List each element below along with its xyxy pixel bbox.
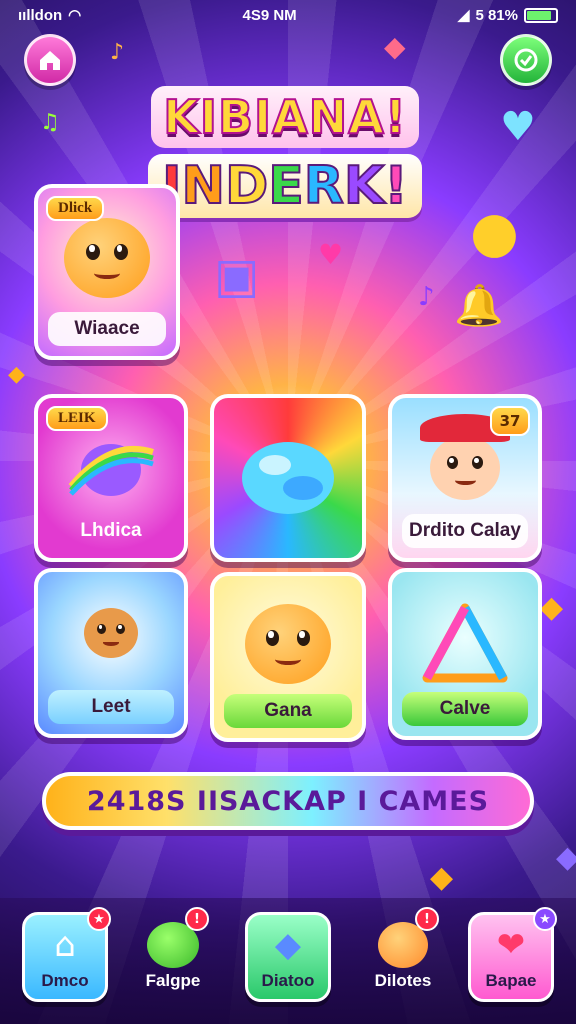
clock: 4S9 NM <box>242 6 297 24</box>
game-card-drdito-calay[interactable]: 37 Drdito Calay <box>388 394 542 562</box>
card-label: Wiaace <box>48 312 166 346</box>
heart-gem-icon: ♥ <box>500 104 536 150</box>
game-card-leet[interactable]: Leet <box>34 568 188 738</box>
nav-item-dilotes[interactable]: ! Dilotes <box>360 907 446 1002</box>
card-label: Leet <box>48 690 174 724</box>
carrier-text: ıılldon <box>18 6 63 24</box>
card-label: Gana <box>224 694 352 728</box>
game-card-calve[interactable]: Calve <box>388 568 542 740</box>
card-badge: 37 <box>490 406 530 436</box>
bottom-nav: ⌂ ★ Dmco ! Falgpe ◆ Diatoo ! Dilotes ❤ ★… <box>0 898 576 1024</box>
gem-icon: ◆ <box>430 860 454 895</box>
bell-icon: 🔔 <box>454 283 504 329</box>
rainbow-planet-icon <box>68 444 154 496</box>
music-note-icon: ♪ <box>418 282 435 312</box>
gem-icon: ◆ <box>556 840 576 875</box>
home-button[interactable] <box>24 34 76 86</box>
notification-dot: ! <box>415 907 439 931</box>
card-label: Lhdica <box>80 520 142 541</box>
card-label: Calve <box>402 692 528 726</box>
home-icon <box>40 51 60 70</box>
orb-icon: ● <box>470 200 519 265</box>
battery-icon <box>523 7 558 23</box>
title-letter: K <box>343 155 385 217</box>
title-letter: E <box>267 155 305 217</box>
heart-icon: ♥ <box>318 238 344 271</box>
notification-dot: ★ <box>87 907 111 931</box>
notification-dot: ★ <box>533 907 557 931</box>
check-icon <box>514 48 538 72</box>
games-banner-button[interactable]: 2418S IISACKAP I CAMES <box>42 772 534 830</box>
status-bar: ıılldon ◠ 4S9 NM ◢ 5 81% <box>0 0 576 30</box>
title-letter: D <box>224 155 269 217</box>
girl-character-icon <box>420 414 510 500</box>
gem-icon: ◆ <box>8 362 25 387</box>
game-card-lhdica[interactable]: LEIK Lhdica <box>34 394 188 562</box>
blue-gem-icon <box>242 442 334 514</box>
title-letter: R <box>303 155 345 217</box>
signal-icon: ◢ <box>457 7 470 24</box>
nav-item-bapae[interactable]: ❤ ★ Bapae <box>468 907 557 1002</box>
title-letter: N <box>181 155 227 217</box>
gem-icon: ◆ <box>384 30 406 63</box>
game-card-gana[interactable]: Gana <box>210 572 366 742</box>
gem-icon: ◆ <box>540 590 564 625</box>
nav-item-dmco[interactable]: ⌂ ★ Dmco <box>22 907 111 1002</box>
notification-dot: ! <box>185 907 209 931</box>
orange-mascot-icon <box>64 218 150 298</box>
music-note-icon: ♫ <box>40 110 60 135</box>
title-line-2: INDERK! <box>148 154 422 218</box>
heart-box-icon: ▣ <box>214 248 260 304</box>
orange-fish-icon <box>245 604 331 684</box>
music-note-icon: ♪ <box>110 40 125 65</box>
bear-icon <box>84 608 138 658</box>
gem-icon: ◆ <box>274 925 302 965</box>
card-label: Drdito Calay <box>402 514 528 548</box>
game-card-rainbow[interactable] <box>210 394 366 562</box>
banner-text: 2418S IISACKAP I CAMES <box>86 785 490 817</box>
game-card-featured[interactable]: Dlick Wiaace <box>34 184 180 360</box>
nav-item-diatoo[interactable]: ◆ Diatoo <box>245 912 331 1002</box>
battery-percent: 5 81% <box>475 6 518 24</box>
title-letter: ! <box>383 155 409 217</box>
nav-item-falgpe[interactable]: ! Falgpe <box>130 907 216 1002</box>
card-badge: LEIK <box>46 406 108 431</box>
title-line-1: KIBIANA! <box>151 86 419 148</box>
confirm-button[interactable] <box>500 34 552 86</box>
wifi-icon: ◠ <box>68 7 82 24</box>
rainbow-triangle-icon <box>422 603 508 683</box>
card-badge: Dlick <box>46 196 105 221</box>
